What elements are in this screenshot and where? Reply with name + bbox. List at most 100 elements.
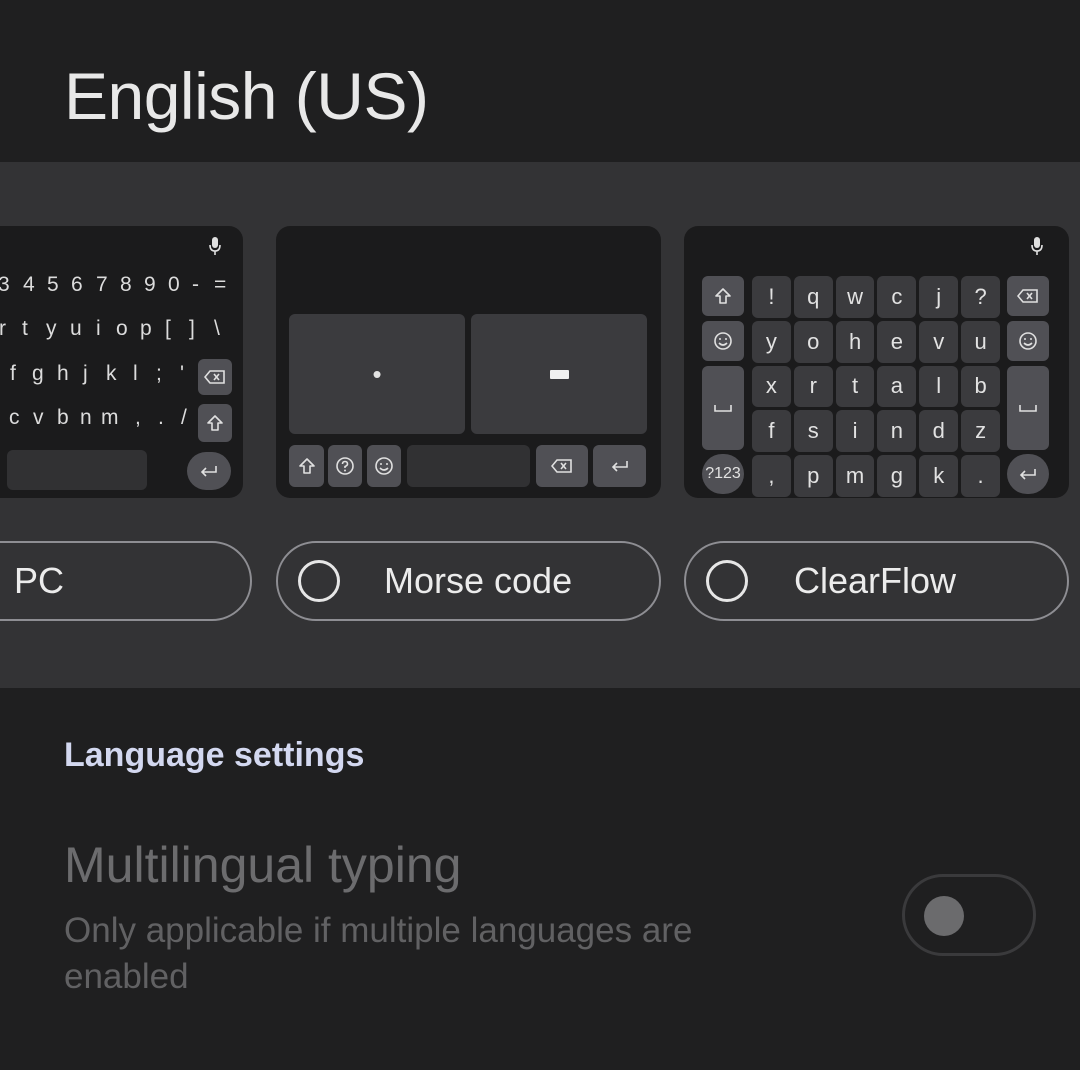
key: c bbox=[877, 276, 917, 318]
space-key bbox=[702, 366, 744, 450]
emoji-icon bbox=[714, 332, 732, 350]
multilingual-toggle[interactable] bbox=[902, 874, 1036, 956]
key: g bbox=[877, 455, 917, 497]
key: f bbox=[10, 362, 16, 385]
backspace-key bbox=[198, 359, 232, 395]
key: y bbox=[752, 320, 791, 363]
radio-button[interactable] bbox=[298, 560, 340, 602]
key: h bbox=[57, 362, 69, 385]
key: k bbox=[106, 362, 117, 385]
layout-option-label: Morse code bbox=[384, 560, 573, 601]
key: 7 bbox=[96, 273, 108, 296]
key: 0 bbox=[168, 273, 180, 296]
layout-preview-morse[interactable]: • bbox=[276, 226, 661, 498]
shift-key bbox=[289, 445, 324, 487]
backspace-key bbox=[536, 445, 588, 487]
space-icon bbox=[714, 405, 732, 412]
key: / bbox=[181, 406, 187, 429]
shift-key bbox=[702, 276, 744, 316]
key: [ bbox=[165, 317, 171, 340]
shift-key bbox=[198, 404, 232, 442]
key: f bbox=[752, 410, 791, 453]
backspace-icon bbox=[551, 459, 572, 473]
key: ! bbox=[752, 276, 791, 318]
key: r bbox=[0, 317, 6, 340]
key: 5 bbox=[47, 273, 59, 296]
key: l bbox=[919, 365, 959, 408]
key: o bbox=[793, 320, 833, 363]
key: 6 bbox=[71, 273, 83, 296]
emoji-icon bbox=[1019, 332, 1037, 350]
key: 3 bbox=[0, 273, 10, 296]
key: i bbox=[835, 410, 875, 453]
shift-icon bbox=[207, 415, 223, 431]
enter-key bbox=[1007, 454, 1049, 494]
key: t bbox=[22, 317, 28, 340]
key: z bbox=[961, 410, 1000, 453]
layout-preview-pc[interactable]: 3 4 5 6 7 8 9 0 - = r t y u i o p [ ] \ … bbox=[0, 226, 243, 498]
key: ] bbox=[189, 317, 195, 340]
symbols-key: ?123 bbox=[702, 454, 744, 494]
key: r bbox=[793, 365, 833, 408]
radio-button[interactable] bbox=[706, 560, 748, 602]
layout-carousel[interactable]: 3 4 5 6 7 8 9 0 - = r t y u i o p [ ] \ … bbox=[0, 162, 1080, 688]
key: d bbox=[919, 410, 959, 453]
backspace-icon bbox=[204, 370, 225, 384]
key: a bbox=[877, 365, 917, 408]
key: j bbox=[919, 276, 959, 318]
key: , bbox=[135, 406, 141, 429]
key: p bbox=[140, 317, 152, 340]
key: p bbox=[793, 455, 833, 497]
key: v bbox=[33, 406, 44, 429]
layout-option-label: PC bbox=[14, 560, 65, 601]
backspace-icon bbox=[1017, 289, 1038, 303]
key: t bbox=[835, 365, 875, 408]
key: = bbox=[214, 273, 227, 296]
key: e bbox=[877, 320, 917, 363]
emoji-icon bbox=[375, 457, 393, 475]
key: b bbox=[961, 365, 1000, 408]
dash-mark bbox=[549, 369, 569, 379]
morse-dash-key bbox=[471, 314, 647, 434]
layout-option-clearflow[interactable]: ClearFlow bbox=[684, 541, 1069, 621]
key: j bbox=[83, 362, 88, 385]
key: l bbox=[133, 362, 138, 385]
layout-preview-clearflow[interactable]: ?123 ! q w c j ? y o h e v u x r t a l b… bbox=[684, 226, 1069, 498]
key: - bbox=[192, 273, 199, 296]
toggle-thumb bbox=[924, 896, 964, 936]
enter-key bbox=[593, 445, 646, 487]
layout-option-pc[interactable]: PC bbox=[0, 541, 252, 621]
section-heading: Language settings bbox=[64, 736, 365, 774]
key: 8 bbox=[120, 273, 132, 296]
key: ? bbox=[961, 276, 1000, 318]
emoji-key bbox=[367, 445, 401, 487]
space-icon bbox=[1019, 405, 1037, 412]
key: v bbox=[919, 320, 959, 363]
help-icon bbox=[336, 457, 354, 475]
key: m bbox=[101, 406, 119, 429]
mic-icon bbox=[209, 237, 221, 255]
help-key bbox=[328, 445, 362, 487]
key: c bbox=[9, 406, 20, 429]
space-key bbox=[7, 450, 147, 490]
key: x bbox=[752, 365, 791, 408]
emoji-key bbox=[702, 321, 744, 361]
key: y bbox=[46, 317, 57, 340]
morse-dot-key: • bbox=[289, 314, 465, 434]
shift-icon bbox=[715, 288, 731, 304]
key: h bbox=[835, 320, 875, 363]
key: n bbox=[80, 406, 92, 429]
key: q bbox=[793, 276, 833, 318]
shift-icon bbox=[298, 458, 315, 474]
key: o bbox=[116, 317, 128, 340]
key: ' bbox=[180, 362, 185, 385]
key: g bbox=[32, 362, 44, 385]
layout-option-morse-code[interactable]: Morse code bbox=[276, 541, 661, 621]
clearflow-grid: ! q w c j ? y o h e v u x r t a l b f s … bbox=[752, 276, 1000, 497]
key: u bbox=[961, 320, 1000, 363]
key: ; bbox=[156, 362, 162, 385]
page-title: English (US) bbox=[64, 59, 429, 133]
emoji-key bbox=[1007, 321, 1049, 361]
enter-key bbox=[187, 452, 231, 490]
setting-title: Multilingual typing bbox=[64, 837, 462, 893]
